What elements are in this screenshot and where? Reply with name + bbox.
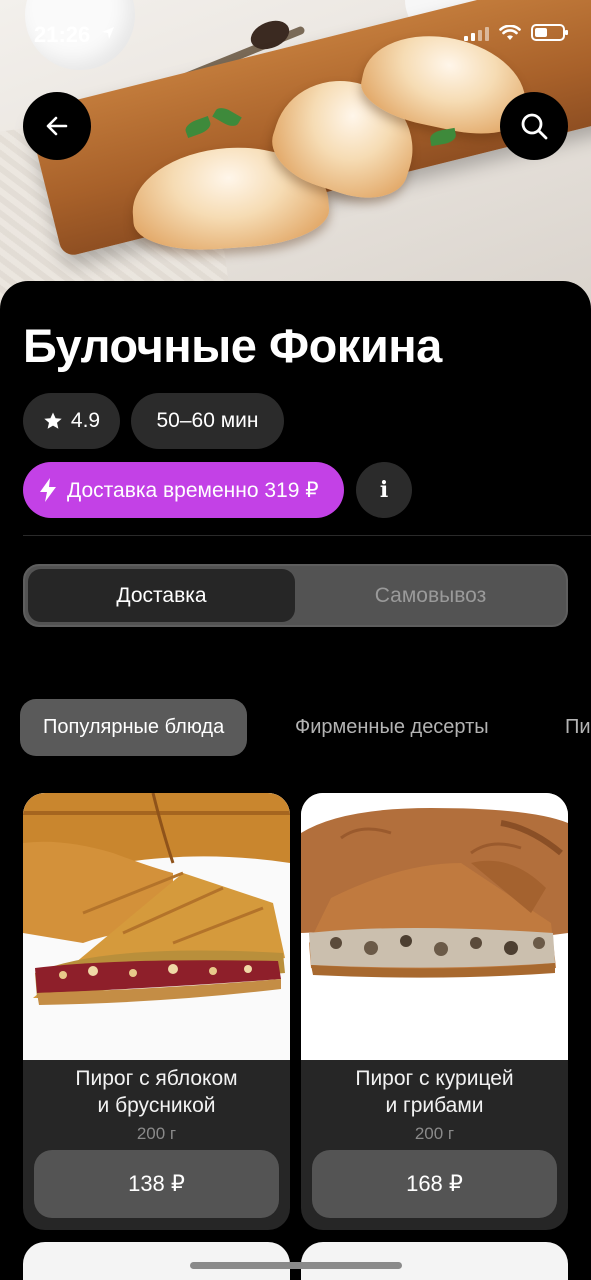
wifi-icon: [499, 24, 521, 40]
star-icon: [44, 412, 62, 429]
divider: [23, 535, 591, 536]
segment-pickup-label: Самовывоз: [374, 583, 487, 607]
delivery-mode-switch: Доставка Самовывоз: [23, 564, 568, 627]
product-name-line: и брусникой: [97, 1094, 216, 1117]
home-indicator[interactable]: [190, 1262, 402, 1269]
restaurant-title: Булочные Фокина: [23, 319, 442, 372]
category-tab-desserts[interactable]: Фирменные десерты: [295, 699, 489, 756]
product-name-line: Пирог с яблоком: [75, 1067, 238, 1090]
product-card-partial[interactable]: [301, 1242, 568, 1280]
info-icon: i: [379, 477, 389, 503]
segment-delivery[interactable]: Доставка: [28, 569, 295, 622]
delivery-fee-chip[interactable]: Доставка временно 319 ₽: [23, 462, 344, 518]
signal-icon: [464, 25, 489, 41]
segment-pickup[interactable]: Самовывоз: [297, 569, 564, 622]
product-photo: [301, 793, 568, 1060]
segment-delivery-label: Доставка: [116, 583, 207, 607]
category-tabs: Популярные блюда Фирменные десерты Пи: [20, 699, 591, 756]
product-name: Пирог с яблоком и брусникой: [33, 1065, 280, 1119]
lightning-icon: [40, 478, 56, 502]
back-button[interactable]: [23, 92, 91, 160]
category-tab-label: Пи: [565, 716, 591, 738]
rating-value: 4.9: [70, 409, 101, 432]
back-arrow-icon: [46, 116, 68, 136]
category-tab-popular[interactable]: Популярные блюда: [20, 699, 248, 756]
product-weight: 200 г: [136, 1124, 177, 1143]
status-time: 21:26: [34, 22, 116, 48]
product-weight: 200 г: [414, 1124, 455, 1143]
delivery-time-value: 50–60 мин: [156, 409, 259, 432]
product-card[interactable]: Пирог с курицей и грибами 200 г 168 ₽: [301, 793, 568, 1230]
delivery-fee-label: Доставка временно 319 ₽: [67, 478, 319, 502]
product-name-line: и грибами: [385, 1094, 484, 1117]
add-to-cart-button[interactable]: 168 ₽: [312, 1150, 557, 1218]
product-price: 138 ₽: [128, 1171, 185, 1196]
location-arrow-icon: [102, 27, 115, 39]
product-photo: [23, 793, 290, 1060]
product-name: Пирог с курицей и грибами: [311, 1065, 558, 1119]
category-tab-label: Фирменные десерты: [295, 716, 489, 738]
info-button[interactable]: i: [356, 462, 412, 518]
product-card-partial[interactable]: [23, 1242, 290, 1280]
rating-chip[interactable]: 4.9: [23, 393, 120, 449]
product-price: 168 ₽: [406, 1171, 463, 1196]
category-tab-next[interactable]: Пи: [565, 699, 591, 756]
category-tab-label: Популярные блюда: [43, 716, 225, 738]
add-to-cart-button[interactable]: 138 ₽: [34, 1150, 279, 1218]
search-icon: [521, 113, 548, 140]
product-name-line: Пирог с курицей: [355, 1067, 514, 1090]
battery-icon: [531, 24, 568, 41]
delivery-time-chip[interactable]: 50–60 мин: [131, 393, 284, 449]
product-card[interactable]: Пирог с яблоком и брусникой 200 г 138 ₽: [23, 793, 290, 1230]
status-bar: 21:26: [0, 0, 591, 70]
status-time-text: 21:26: [34, 22, 91, 47]
search-button[interactable]: [500, 92, 568, 160]
